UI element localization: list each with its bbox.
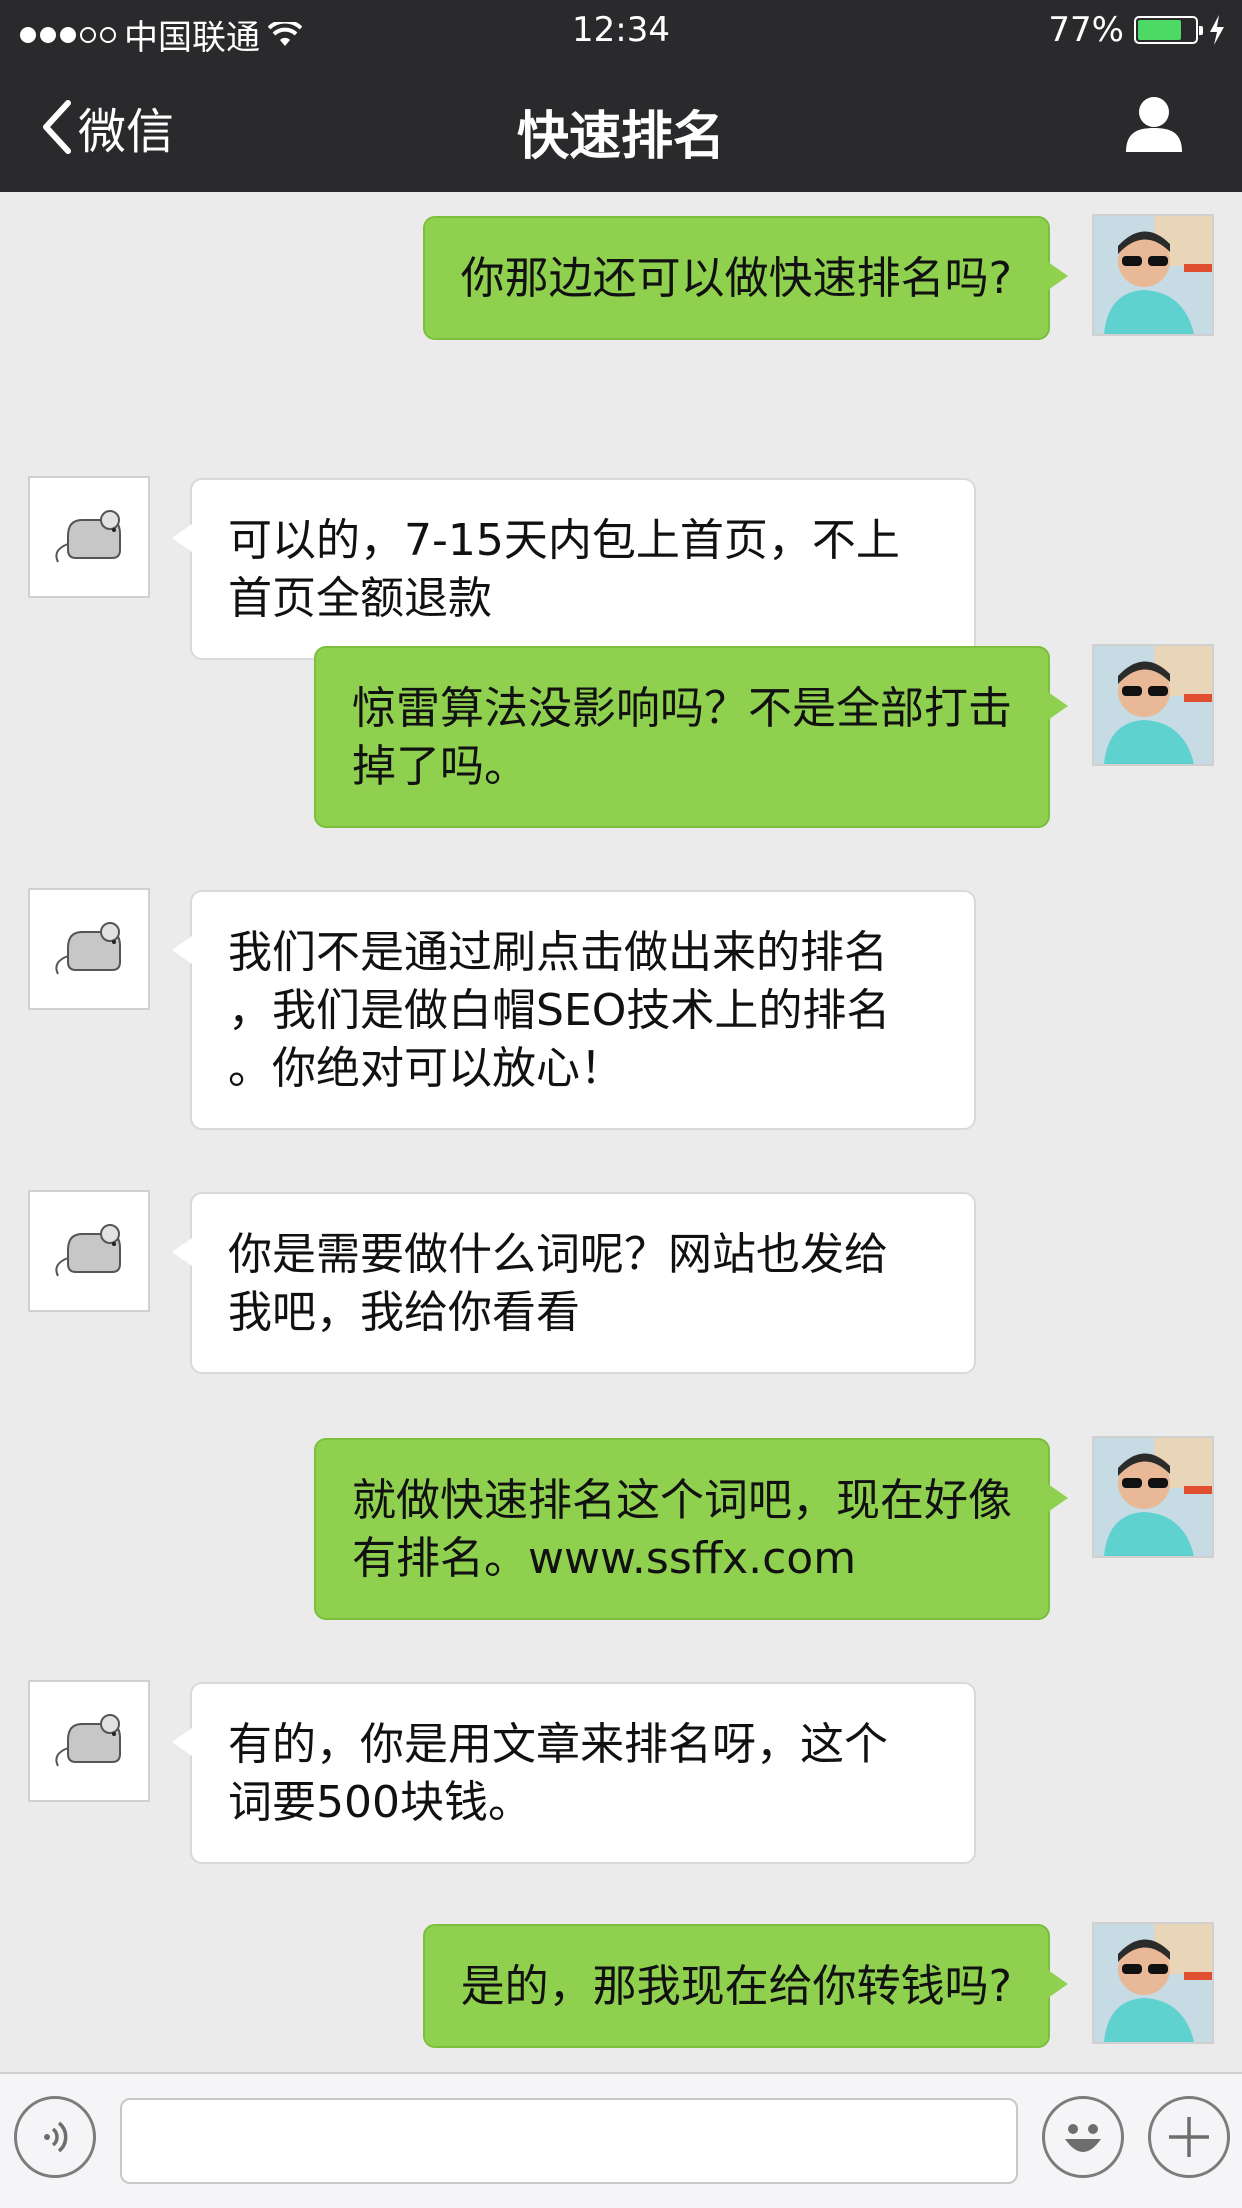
more-button[interactable] [1148,2096,1230,2178]
message-bubble-received[interactable]: 可以的，7-15天内包上首页，不上 首页全额退款 [172,478,976,660]
avatar-contact[interactable] [28,888,150,1010]
message-bubble-sent[interactable]: 就做快速排名这个词吧，现在好像 有排名。www.ssffx.com [314,1438,1068,1620]
avatar-contact[interactable] [28,1680,150,1802]
chat-area[interactable]: 你那边还可以做快速排名吗? 可以的，7-15天内包上首页，不上 首页全额退款 惊… [0,192,1242,2072]
message-bubble-received[interactable]: 有的，你是用文章来排名呀，这个 词要500块钱。 [172,1682,976,1864]
battery-icon [1134,16,1203,44]
charging-bolt-icon [1210,15,1224,45]
message-bubble-sent[interactable]: 你那边还可以做快速排名吗? [422,216,1069,340]
avatar-self[interactable] [1092,1436,1214,1558]
avatar-contact[interactable] [28,1190,150,1312]
status-bar: 中国联通 12:34 77% [0,0,1242,62]
message-input[interactable] [120,2098,1018,2184]
chat-title: 快速排名 [516,107,725,167]
avatar-self[interactable] [1092,214,1214,336]
voice-icon [44,2121,68,2153]
plus-icon [1169,2117,1209,2157]
message-bubble-sent[interactable]: 是的，那我现在给你转钱吗? [422,1924,1069,2048]
profile-icon[interactable] [1124,94,1184,154]
avatar-self[interactable] [1092,644,1214,766]
avatar-self[interactable] [1092,1922,1214,2044]
emoji-icon [1065,2124,1101,2152]
avatar-contact[interactable] [28,476,150,598]
person-photo-icon [1094,1924,1212,2042]
mouse-avatar-icon [30,478,148,596]
emoji-button[interactable] [1042,2096,1124,2178]
person-photo-icon [1094,1438,1212,1556]
mouse-avatar-icon [30,890,148,1008]
input-bar [0,2072,1242,2208]
mouse-avatar-icon [30,1192,148,1310]
voice-button[interactable] [14,2096,96,2178]
mouse-avatar-icon [30,1682,148,1800]
battery-info: 77% [1048,10,1226,50]
battery-percent: 77% [1048,10,1124,50]
message-bubble-sent[interactable]: 惊雷算法没影响吗？不是全部打击 掉了吗。 [314,646,1068,828]
nav-bar: 微信 快速排名 [0,62,1242,192]
person-photo-icon [1094,216,1212,334]
person-photo-icon [1094,646,1212,764]
message-bubble-received[interactable]: 我们不是通过刷点击做出来的排名 ，我们是做白帽SEO技术上的排名 。你绝对可以放… [172,890,976,1130]
message-bubble-received[interactable]: 你是需要做什么词呢？网站也发给 我吧，我给你看看 [172,1192,976,1374]
